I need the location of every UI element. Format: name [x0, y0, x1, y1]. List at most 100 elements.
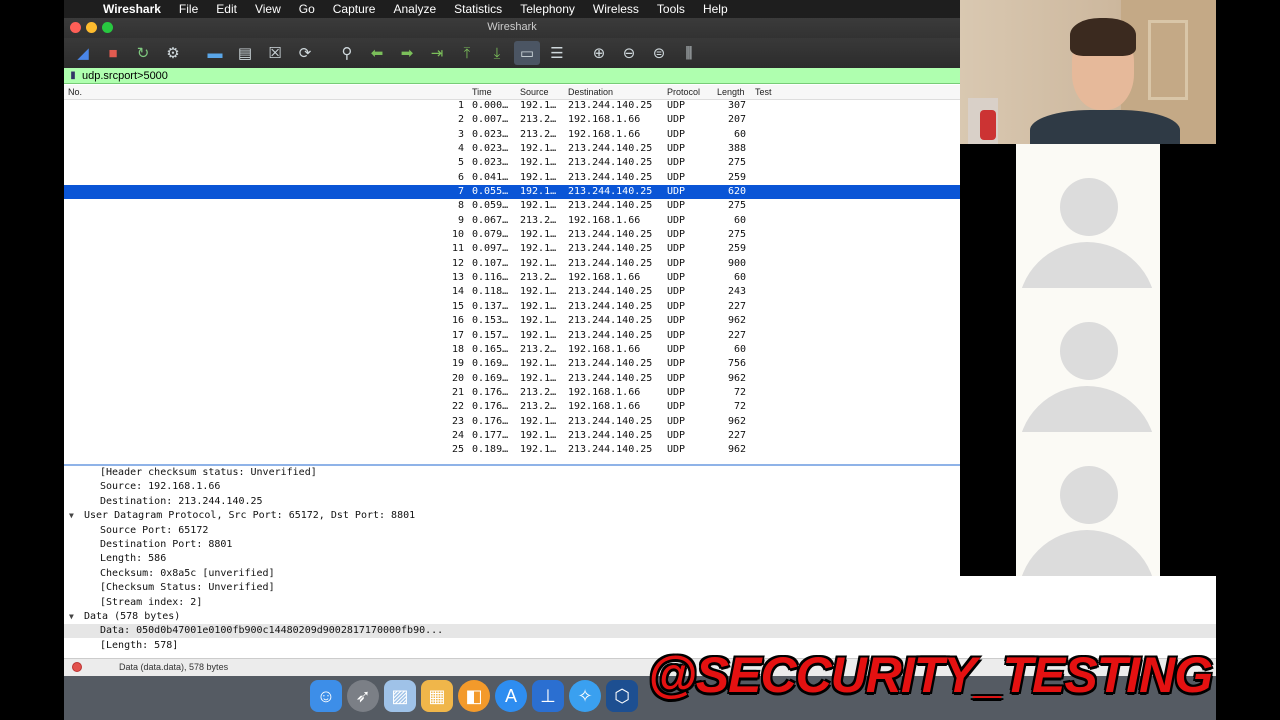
column-header-destination[interactable]: Destination [568, 87, 613, 97]
column-header-source[interactable]: Source [520, 87, 549, 97]
packet-source-cell: 192.1… [520, 300, 557, 312]
packet-destination-cell: 192.168.1.66 [568, 214, 641, 226]
restart-capture-icon[interactable]: ↻ [130, 41, 156, 65]
packet-protocol-cell: UDP [667, 257, 686, 269]
menu-tools[interactable]: Tools [648, 0, 694, 18]
packet-row[interactable]: 13 0.116… 213.2… 192.168.1.66 UDP 60 [64, 271, 960, 285]
packet-row[interactable]: 24 0.177… 192.1… 213.244.140.25 UDP 227 [64, 429, 960, 443]
packet-row[interactable]: 21 0.176… 213.2… 192.168.1.66 UDP 72 [64, 386, 960, 400]
packet-length-cell: 275 [727, 229, 746, 241]
packet-row[interactable]: 15 0.137… 192.1… 213.244.140.25 UDP 227 [64, 300, 960, 314]
open-file-icon[interactable]: ▬ [202, 41, 228, 65]
finder-icon[interactable]: ☺ [310, 680, 342, 712]
menu-app-name[interactable]: Wireshark [94, 0, 170, 18]
column-header-no[interactable]: No. [68, 87, 82, 97]
zoom-out-icon[interactable]: ⊖ [616, 41, 642, 65]
close-file-icon[interactable]: ☒ [262, 41, 288, 65]
menu-file[interactable]: File [170, 0, 207, 18]
packet-row[interactable]: 17 0.157… 192.1… 213.244.140.25 UDP 227 [64, 329, 960, 343]
detail-line[interactable]: ▼ Data (578 bytes) [64, 610, 1216, 624]
packet-row[interactable]: 20 0.169… 192.1… 213.244.140.25 UDP 962 [64, 372, 960, 386]
column-header-test[interactable]: Test [755, 87, 772, 97]
launchpad-icon[interactable]: ➶ [347, 680, 379, 712]
packet-row[interactable]: 16 0.153… 192.1… 213.244.140.25 UDP 962 [64, 314, 960, 328]
app-store-icon[interactable]: A [495, 680, 527, 712]
packet-row[interactable]: 7 0.055… 192.1… 213.244.140.25 UDP 620 [64, 185, 960, 200]
stop-capture-icon[interactable]: ■ [100, 41, 126, 65]
find-packet-icon[interactable]: ⚲ [334, 41, 360, 65]
packet-row[interactable]: 8 0.059… 192.1… 213.244.140.25 UDP 275 [64, 199, 960, 213]
column-header-time[interactable]: Time [472, 87, 492, 97]
books-icon[interactable]: ◧ [458, 680, 490, 712]
display-filter-input[interactable]: udp.srcport>5000 [82, 70, 168, 82]
detail-text: Destination Port: 8801 [100, 539, 233, 550]
detail-line[interactable]: [Stream index: 2] [64, 596, 1216, 610]
menu-edit[interactable]: Edit [207, 0, 246, 18]
save-file-icon[interactable]: ▤ [232, 41, 258, 65]
menu-capture[interactable]: Capture [324, 0, 385, 18]
packet-row[interactable]: 14 0.118… 192.1… 213.244.140.25 UDP 243 [64, 285, 960, 299]
virtualbox-icon[interactable]: ⬡ [606, 680, 638, 712]
detail-text: [Header checksum status: Unverified] [100, 467, 317, 478]
bookmark-icon[interactable]: ▮ [66, 70, 80, 81]
photos-icon[interactable]: ▦ [421, 680, 453, 712]
menu-help[interactable]: Help [694, 0, 737, 18]
packet-row[interactable]: 9 0.067… 213.2… 192.168.1.66 UDP 60 [64, 214, 960, 228]
go-first-icon[interactable]: ⤒ [454, 41, 480, 65]
menu-analyze[interactable]: Analyze [384, 0, 445, 18]
menu-view[interactable]: View [246, 0, 290, 18]
packet-protocol-cell: UDP [667, 272, 686, 284]
expert-info-icon[interactable] [72, 662, 82, 672]
participant-tile[interactable] [1016, 288, 1160, 432]
packet-row[interactable]: 25 0.189… 192.1… 213.244.140.25 UDP 962 [64, 443, 960, 457]
packet-row[interactable]: 6 0.041… 192.1… 213.244.140.25 UDP 259 [64, 171, 960, 185]
menu-telephony[interactable]: Telephony [511, 0, 584, 18]
packet-length-cell: 259 [727, 243, 746, 255]
expand-triangle-icon[interactable]: ▼ [69, 509, 74, 523]
packet-row[interactable]: 11 0.097… 192.1… 213.244.140.25 UDP 259 [64, 242, 960, 256]
menu-statistics[interactable]: Statistics [445, 0, 511, 18]
packet-row[interactable]: 22 0.176… 213.2… 192.168.1.66 UDP 72 [64, 400, 960, 414]
packet-row[interactable]: 5 0.023… 192.1… 213.244.140.25 UDP 275 [64, 156, 960, 170]
packet-length-cell: 962 [727, 315, 746, 327]
packet-source-cell: 192.1… [520, 157, 557, 169]
detail-line[interactable]: Data: 050d0b47001e0100fb900c14480209d900… [64, 624, 1216, 639]
resize-columns-icon[interactable]: ⫼ [676, 41, 702, 65]
preview-icon[interactable]: ▨ [384, 680, 416, 712]
go-back-icon[interactable]: ⬅ [364, 41, 390, 65]
column-header-length[interactable]: Length [717, 87, 745, 97]
detail-line[interactable]: [Checksum Status: Unverified] [64, 581, 1216, 595]
packet-row[interactable]: 18 0.165… 213.2… 192.168.1.66 UDP 60 [64, 343, 960, 357]
menu-go[interactable]: Go [290, 0, 324, 18]
packet-source-cell: 213.2… [520, 114, 557, 126]
packet-row[interactable]: 12 0.107… 192.1… 213.244.140.25 UDP 900 [64, 257, 960, 271]
packet-row[interactable]: 19 0.169… 192.1… 213.244.140.25 UDP 756 [64, 357, 960, 371]
column-header-protocol[interactable]: Protocol [667, 87, 700, 97]
participant-tile[interactable] [1016, 144, 1160, 288]
packet-row[interactable]: 2 0.007… 213.2… 192.168.1.66 UDP 207 [64, 113, 960, 127]
autoscroll-icon[interactable]: ▭ [514, 41, 540, 65]
packet-time-cell: 0.116… [472, 272, 509, 284]
menu-wireless[interactable]: Wireless [584, 0, 648, 18]
packet-no-cell: 24 [451, 429, 464, 441]
packet-source-cell: 192.1… [520, 100, 557, 111]
packet-protocol-cell: UDP [667, 343, 686, 355]
go-last-icon[interactable]: ⤓ [484, 41, 510, 65]
packet-row[interactable]: 3 0.023… 213.2… 192.168.1.66 UDP 60 [64, 128, 960, 142]
packet-row[interactable]: 23 0.176… 192.1… 213.244.140.25 UDP 962 [64, 415, 960, 429]
safari-icon[interactable]: ✧ [569, 680, 601, 712]
colorize-icon[interactable]: ☰ [544, 41, 570, 65]
packet-row[interactable]: 4 0.023… 192.1… 213.244.140.25 UDP 388 [64, 142, 960, 156]
packet-row[interactable]: 10 0.079… 192.1… 213.244.140.25 UDP 275 [64, 228, 960, 242]
participant-tile[interactable] [1016, 432, 1160, 576]
keynote-icon[interactable]: ⊥ [532, 680, 564, 712]
expand-triangle-icon[interactable]: ▼ [69, 610, 74, 624]
reload-file-icon[interactable]: ⟳ [292, 41, 318, 65]
go-forward-icon[interactable]: ➡ [394, 41, 420, 65]
shark-fin-start-icon[interactable]: ◢ [70, 41, 96, 65]
packet-row[interactable]: 1 0.000… 192.1… 213.244.140.25 UDP 307 [64, 99, 960, 113]
zoom-in-icon[interactable]: ⊕ [586, 41, 612, 65]
zoom-normal-icon[interactable]: ⊜ [646, 41, 672, 65]
capture-options-icon[interactable]: ⚙ [160, 41, 186, 65]
go-to-packet-icon[interactable]: ⇥ [424, 41, 450, 65]
